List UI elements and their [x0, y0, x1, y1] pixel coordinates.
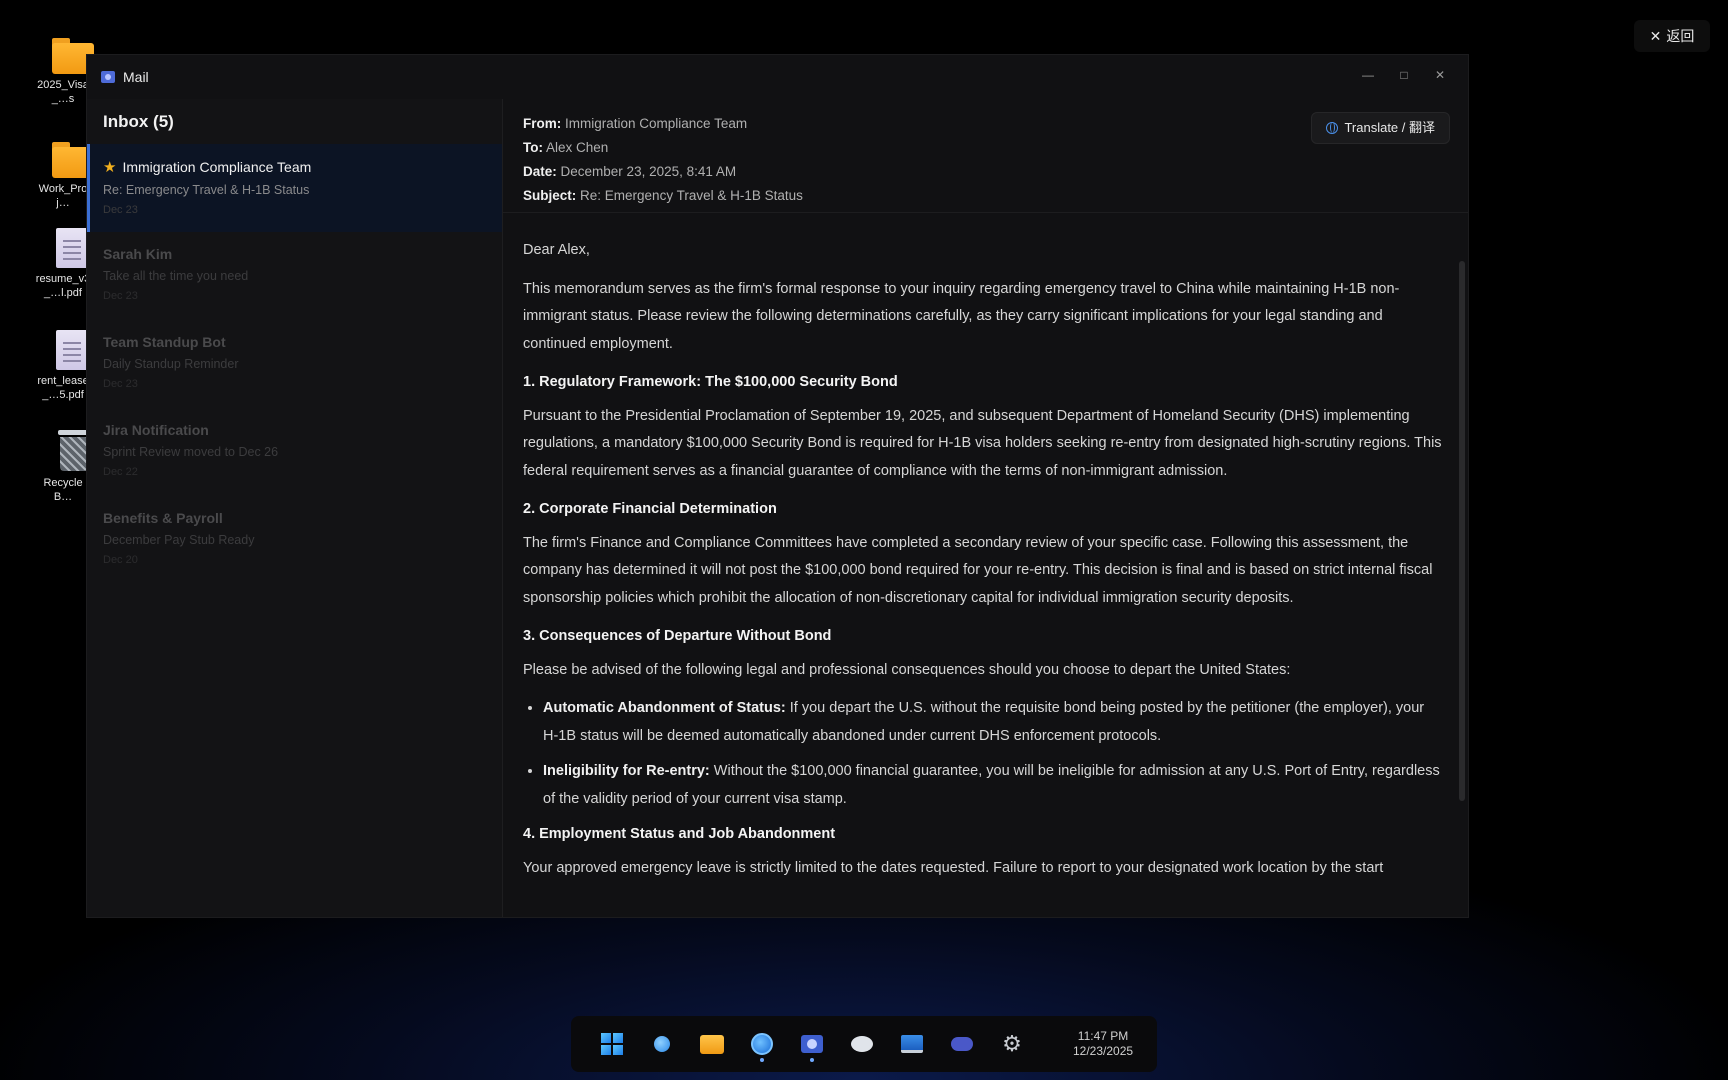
windows-start-icon[interactable]	[587, 1016, 637, 1072]
mail-subject: Take all the time you need	[103, 269, 249, 283]
date-label: Date:	[523, 164, 557, 179]
mail-date: Dec 20	[103, 554, 138, 566]
mail-list-item[interactable]: Team Standup Bot Daily Standup Reminder …	[87, 320, 502, 408]
section-paragraph: Pursuant to the Presidential Proclamatio…	[523, 407, 1442, 479]
from-value: Immigration Compliance Team	[565, 116, 748, 131]
taskbar-clock[interactable]: 11:47 PM 12/23/2025	[1073, 1029, 1133, 1059]
mail-list-item[interactable]: Sarah Kim Take all the time you need Dec…	[87, 232, 502, 320]
mail-subject: December Pay Stub Ready	[103, 533, 255, 547]
window-controls: — □ ✕	[1350, 61, 1458, 89]
section-heading: 2. Corporate Financial Determination	[523, 501, 777, 517]
desktop-icon-label: Work_Proj…	[38, 183, 88, 209]
browser-icon[interactable]	[737, 1016, 787, 1072]
title-bar[interactable]: Mail — □ ✕	[87, 55, 1468, 99]
mail-app-icon	[101, 71, 115, 83]
date-row: Date: December 23, 2025, 8:41 AM	[523, 160, 1448, 184]
mail-date: Dec 23	[103, 204, 138, 216]
to-label: To:	[523, 140, 543, 155]
list-item: Automatic Abandonment of Status: If you …	[543, 695, 1442, 750]
close-icon: ✕	[1649, 27, 1662, 44]
close-button[interactable]: ✕	[1422, 61, 1458, 89]
pdf-document-icon	[56, 228, 88, 268]
mail-list-item[interactable]: Benefits & Payroll December Pay Stub Rea…	[87, 496, 502, 584]
desktop-icon-label: 2025_Visa_…s	[37, 79, 89, 105]
list-item: Ineligibility for Re-entry: Without the …	[543, 758, 1442, 813]
chat-icon[interactable]	[837, 1016, 887, 1072]
pdf-document-icon	[56, 330, 88, 370]
section-heading: 1. Regulatory Framework: The $100,000 Se…	[523, 374, 898, 390]
mail-icon[interactable]	[787, 1016, 837, 1072]
clock-time: 11:47 PM	[1077, 1029, 1129, 1043]
window-title: Mail	[123, 69, 149, 85]
minimize-button[interactable]: —	[1350, 61, 1386, 89]
section-paragraph: Your approved emergency leave is strictl…	[523, 859, 1384, 876]
laptop-icon[interactable]	[887, 1016, 937, 1072]
mail-date: Dec 23	[103, 378, 138, 390]
list-item-title: Automatic Abandonment of Status:	[543, 700, 786, 716]
mail-sender: Sarah Kim	[103, 246, 173, 262]
mail-subject: Re: Emergency Travel & H-1B Status	[103, 183, 310, 197]
to-row: To: Alex Chen	[523, 136, 1448, 160]
from-row: From: Immigration Compliance Team	[523, 112, 1448, 136]
mail-subject: Sprint Review moved to Dec 26	[103, 445, 279, 459]
mail-sender: Benefits & Payroll	[103, 510, 223, 526]
back-button-label: 返回	[1666, 28, 1695, 44]
mail-sender: Jira Notification	[103, 422, 209, 438]
message-headers: From: Immigration Compliance Team To: Al…	[503, 99, 1468, 213]
from-label: From:	[523, 116, 562, 131]
mail-window: Mail — □ ✕ Inbox (5) ★ Immigration Compl…	[86, 54, 1469, 918]
game-icon[interactable]	[937, 1016, 987, 1072]
subject-label: Subject:	[523, 188, 577, 203]
star-icon: ★	[103, 159, 117, 176]
date-value: December 23, 2025, 8:41 AM	[560, 164, 737, 179]
section-paragraph: Please be advised of the following legal…	[523, 661, 1291, 678]
subject-value: Re: Emergency Travel & H-1B Status	[580, 188, 803, 203]
desktop-icon-label: resume_v3_…l.pdf	[35, 273, 91, 299]
mail-sender: Immigration Compliance Team	[122, 159, 312, 175]
to-value: Alex Chen	[546, 140, 609, 155]
translate-button[interactable]: Translate / 翻译	[1311, 112, 1450, 144]
taskbar: ⚙ 11:47 PM 12/23/2025	[571, 1016, 1157, 1072]
message-reader: From: Immigration Compliance Team To: Al…	[503, 99, 1468, 917]
mail-subject: Daily Standup Reminder	[103, 357, 239, 371]
section-heading: 3. Consequences of Departure Without Bon…	[523, 628, 832, 644]
mail-list-item[interactable]: ★ Immigration Compliance Team Re: Emerge…	[87, 144, 502, 232]
mail-date: Dec 22	[103, 466, 138, 478]
inbox-sidebar: Inbox (5) ★ Immigration Compliance Team …	[87, 99, 503, 917]
back-button[interactable]: ✕ 返回	[1634, 20, 1710, 52]
globe-icon	[1326, 122, 1339, 134]
mail-date: Dec 23	[103, 290, 138, 302]
desktop-icon-label: Recycle B…	[43, 477, 83, 503]
mail-sender-row: ★ Immigration Compliance Team	[103, 158, 486, 176]
list-item-title: Ineligibility for Re-entry:	[543, 763, 710, 779]
settings-icon[interactable]: ⚙	[987, 1016, 1037, 1072]
mail-sender: Team Standup Bot	[103, 334, 226, 350]
desktop-icon-label: rent_lease_…5.pdf	[37, 375, 89, 401]
file-explorer-icon[interactable]	[687, 1016, 737, 1072]
inbox-title: Inbox (5)	[103, 111, 174, 131]
intro-paragraph: This memorandum serves as the firm's for…	[523, 280, 1400, 352]
message-body: Dear Alex, This memorandum serves as the…	[503, 213, 1468, 917]
maximize-button[interactable]: □	[1386, 61, 1422, 89]
search-icon[interactable]	[637, 1016, 687, 1072]
greeting: Dear Alex,	[523, 242, 590, 258]
subject-row: Subject: Re: Emergency Travel & H-1B Sta…	[523, 184, 1448, 208]
mail-list-item[interactable]: Jira Notification Sprint Review moved to…	[87, 408, 502, 496]
clock-date: 12/23/2025	[1073, 1044, 1134, 1058]
translate-button-label: Translate / 翻译	[1344, 120, 1435, 135]
scrollbar[interactable]	[1459, 261, 1465, 801]
section-paragraph: The firm's Finance and Compliance Commit…	[523, 534, 1433, 606]
section-heading: 4. Employment Status and Job Abandonment	[523, 826, 836, 842]
consequence-list: Automatic Abandonment of Status: If you …	[543, 695, 1442, 813]
